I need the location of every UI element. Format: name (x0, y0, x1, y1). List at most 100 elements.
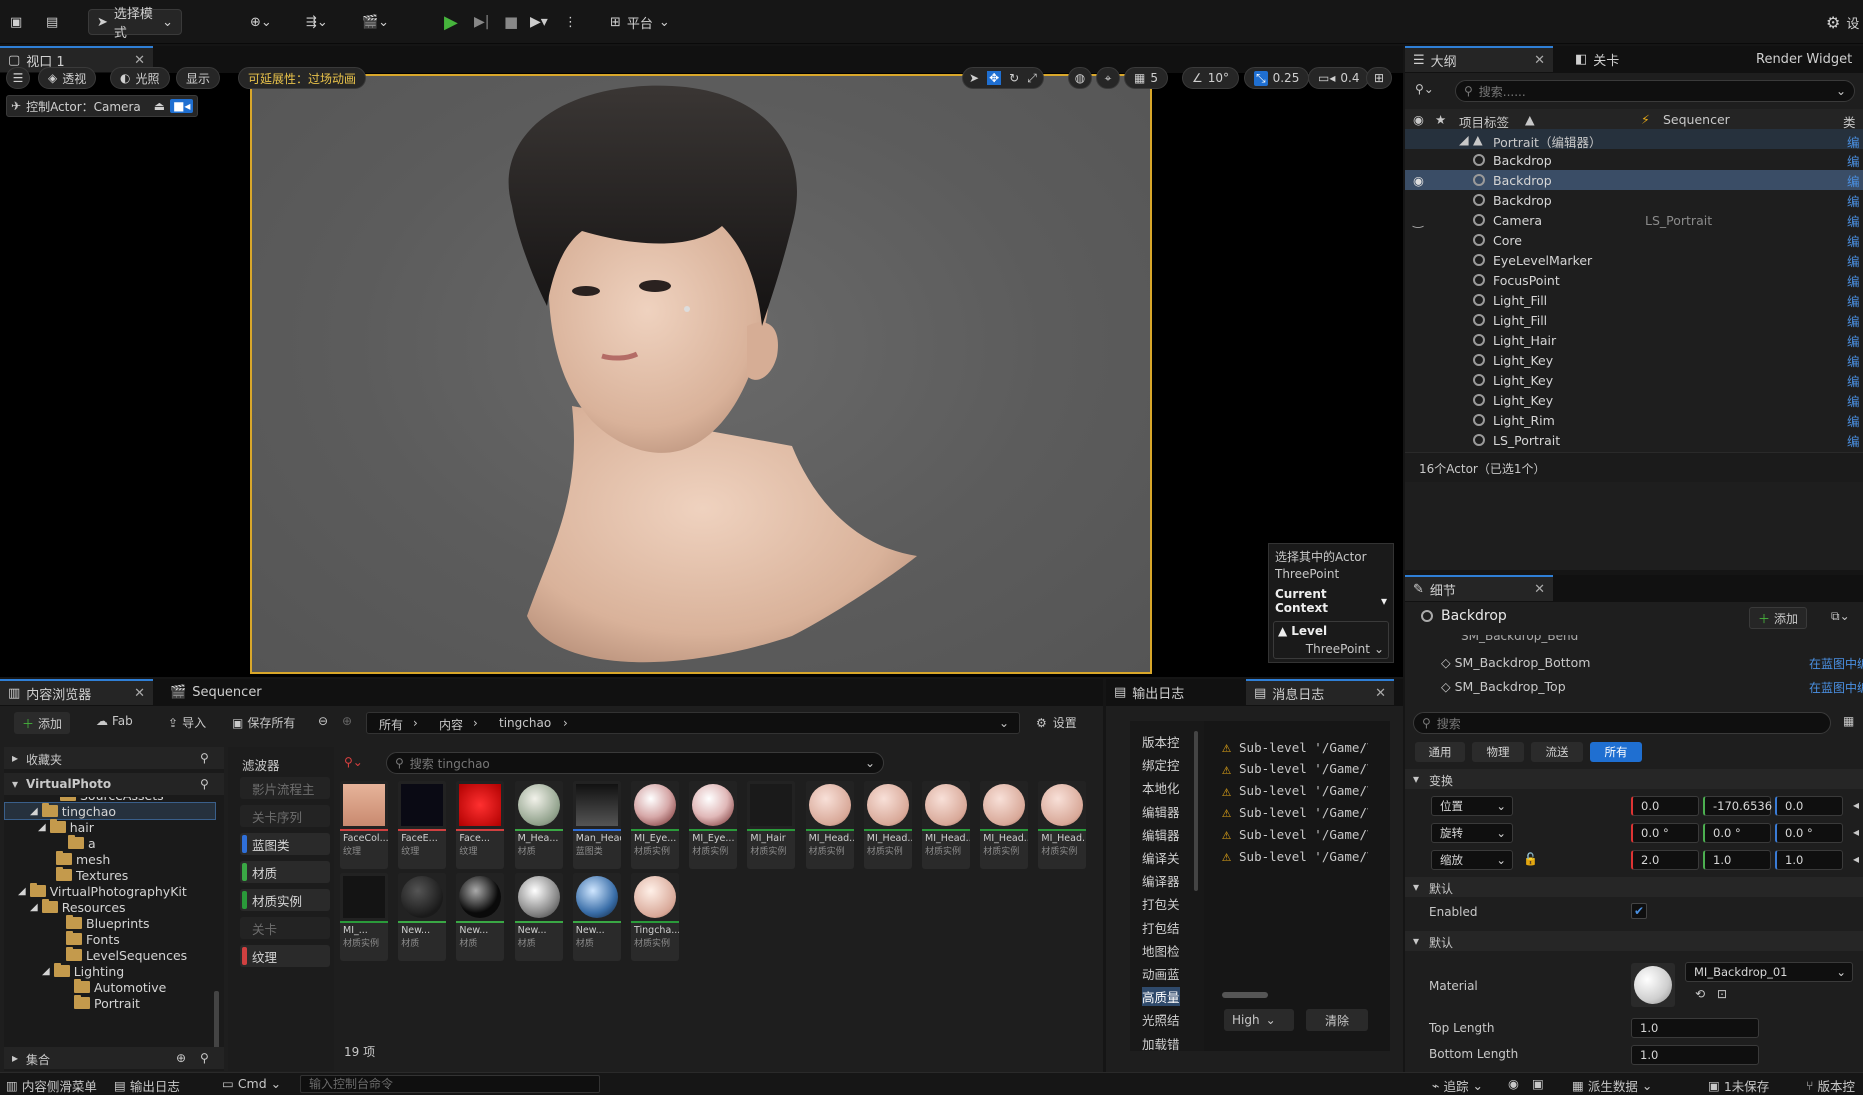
folder-tree-item[interactable]: Blueprints (66, 915, 150, 931)
current-context-header[interactable]: Current Context ▾ (1269, 583, 1393, 619)
launch-icon[interactable]: ▶▾ (530, 9, 548, 35)
asset-tile[interactable]: MI_Eye... 材质实例 (689, 781, 738, 869)
outliner-row[interactable]: ◉ Backdrop 编 (1405, 170, 1863, 190)
grid-view-icon[interactable]: ▦ (1843, 714, 1854, 728)
outliner-row[interactable]: Light_Hair 编 (1405, 330, 1863, 350)
close-icon[interactable]: ✕ (1534, 582, 1545, 597)
derived-data-button[interactable]: ▦ 派生数据 ⌄ (1572, 1076, 1652, 1095)
chevron-down-icon[interactable]: ⌄ (999, 716, 1009, 730)
outliner-row[interactable]: Light_Key 编 (1405, 390, 1863, 410)
perspective-button[interactable]: ◈ 透视 (38, 67, 97, 89)
asset-tile[interactable]: MI_Head... 材质实例 (1038, 781, 1087, 869)
outliner-row[interactable]: EyeLevelMarker 编 (1405, 250, 1863, 270)
asset-tile[interactable]: MI_Head... 材质实例 (980, 781, 1029, 869)
level-dropdown[interactable]: ThreePoint ⌄ (1278, 638, 1384, 656)
asset-tile[interactable]: MI_Head... 材质实例 (863, 781, 912, 869)
crumb-all[interactable]: 所有 (379, 716, 403, 733)
log-message[interactable]: ⚠ Sub-level '/Game/V (1222, 847, 1368, 865)
play-icon[interactable]: ▶ (444, 9, 458, 35)
surface-snap-icon[interactable]: ⌖ (1096, 67, 1120, 89)
filter-chip[interactable]: 纹理 (240, 945, 330, 967)
console-input[interactable]: 输入控制台命令 (300, 1075, 600, 1093)
log-message[interactable]: ⚠ Sub-level '/Game/V (1222, 738, 1368, 756)
folder-tree-item[interactable]: Automotive (74, 979, 166, 995)
tab-render-widget[interactable]: Render Widget (1748, 46, 1860, 72)
enabled-checkbox[interactable]: ✔ (1631, 903, 1647, 919)
trace-button[interactable]: ⌁ 追踪 ⌄ (1432, 1076, 1483, 1095)
log-category[interactable]: 动画蓝 (1142, 964, 1180, 983)
search-icon[interactable]: ⚲ (200, 777, 209, 791)
platform-dropdown[interactable]: ⊞ 平台 ⌄ (610, 9, 670, 35)
asset-tile[interactable]: Tingcha... 材质实例 (631, 873, 679, 961)
import-button[interactable]: ⇪ 导入 (168, 714, 206, 731)
camera-icon[interactable]: ■◂ (170, 99, 194, 113)
save-all-button[interactable]: ▣ 保存所有 (232, 714, 295, 731)
filter-chip[interactable]: 材质实例 (240, 889, 330, 911)
top-length-input[interactable]: 1.0 (1631, 1018, 1759, 1038)
asset-tile[interactable]: FaceE... 纹理 (398, 781, 447, 869)
cinematics-icon[interactable]: 🎬⌄ (362, 9, 389, 35)
outliner-row[interactable]: Light_Key 编 (1405, 370, 1863, 390)
vector-pos-x-input[interactable]: 0.0 (1631, 796, 1699, 816)
asset-tile[interactable]: New... 材质 (572, 873, 621, 961)
asset-tile[interactable]: MI_... 材质实例 (340, 873, 388, 961)
folder-tree-item[interactable]: a (68, 835, 96, 851)
bottom-length-input[interactable]: 1.0 (1631, 1045, 1759, 1065)
outliner-row[interactable]: Light_Fill 编 (1405, 310, 1863, 330)
filter-tab-all[interactable]: 所有 (1590, 742, 1642, 762)
reset-icon[interactable]: ⟲ (1695, 987, 1705, 1001)
lit-button[interactable]: ◐ 光照 (110, 67, 170, 89)
filter-icon[interactable]: ⚲⌄ (1415, 82, 1434, 96)
asset-tile[interactable]: Man_Head 蓝图类 (572, 781, 621, 869)
forward-icon[interactable]: ⊕ (342, 714, 352, 728)
camera-speed[interactable]: ▭◂ 0.4 (1308, 67, 1370, 89)
layout-icon[interactable]: ⊞ (1366, 67, 1392, 89)
outliner-root-row[interactable]: ◢ ▲ Portrait（编辑器） 编 (1405, 129, 1863, 150)
eye-closed-icon[interactable]: ‿ (1413, 213, 1423, 228)
vector-pos-z-input[interactable]: 0.0 (1775, 796, 1843, 816)
show-button[interactable]: 显示 (176, 67, 221, 89)
log-category[interactable]: 编辑器 (1142, 825, 1180, 844)
rotate-tool-icon[interactable]: ↻ (1009, 71, 1019, 85)
filter-chip[interactable]: 关卡 (240, 917, 330, 939)
component-row-top[interactable]: ◇ SM_Backdrop_Top (1441, 679, 1566, 694)
log-category[interactable]: 编译关 (1142, 848, 1180, 867)
tab-output-log[interactable]: ▤ 输出日志 (1106, 679, 1192, 705)
vector-scl-z-input[interactable]: 1.0 (1775, 850, 1843, 870)
back-icon[interactable]: ⊖ (318, 714, 328, 728)
log-category[interactable]: 绑定控 (1142, 755, 1180, 774)
lock-icon[interactable]: 🔓 (1523, 852, 1538, 866)
close-icon[interactable]: ✕ (134, 686, 145, 701)
vector-scl-y-input[interactable]: 1.0 (1703, 850, 1771, 870)
default-section-1[interactable]: ▾ 默认 (1405, 877, 1863, 897)
log-category[interactable]: 光照结 (1142, 1010, 1180, 1029)
tab-message-log[interactable]: ▤ 消息日志 ✕ (1246, 679, 1394, 705)
fab-button[interactable]: ☁ Fab (96, 714, 133, 728)
filter-tab-streaming[interactable]: 流送 (1531, 742, 1583, 762)
angle-snap[interactable]: ∠ 10° (1182, 67, 1240, 89)
edit-in-blueprint-link[interactable]: 在蓝图中编辑 (1809, 679, 1863, 696)
outliner-row[interactable]: Light_Fill 编 (1405, 290, 1863, 310)
quality-dropdown[interactable]: High ⌄ (1224, 1009, 1294, 1031)
tab-levels[interactable]: ◧ 关卡 (1567, 46, 1627, 72)
blueprint-icon[interactable]: ⇶⌄ (306, 9, 328, 35)
close-icon[interactable]: ✕ (134, 53, 145, 68)
folder-tree-item[interactable]: ◢ Lighting (42, 963, 124, 979)
close-icon[interactable]: ✕ (1375, 686, 1386, 701)
collections-section[interactable]: ▸ 集合 ⊕ ⚲ (4, 1047, 224, 1069)
cmd-dropdown[interactable]: ▭ Cmd ⌄ (222, 1076, 281, 1091)
tab-content-browser[interactable]: ▥ 内容浏览器 ✕ (0, 679, 153, 705)
outliner-row[interactable]: Core 编 (1405, 230, 1863, 250)
settings-button[interactable]: ⚙ 设 (1826, 9, 1859, 35)
log-category[interactable]: 加载错 (1142, 1034, 1180, 1053)
filter-tab-physics[interactable]: 物理 (1472, 742, 1524, 762)
more-icon[interactable]: ⋮ (564, 9, 577, 35)
vector-rot-z-input[interactable]: 0.0 ° (1775, 823, 1843, 843)
source-control-button[interactable]: ⑂ 版本控 (1806, 1076, 1855, 1095)
vector-scl-x-input[interactable]: 2.0 (1631, 850, 1699, 870)
folder-tree-item[interactable]: Portrait (74, 995, 140, 1011)
tab-outliner[interactable]: ☰ 大纲 ✕ (1405, 46, 1553, 72)
scale-tool-icon[interactable]: ⤢ (1027, 71, 1037, 86)
log-message[interactable]: ⚠ Sub-level '/Game/V (1222, 760, 1368, 778)
asset-tile[interactable]: New... 材质 (456, 873, 505, 961)
